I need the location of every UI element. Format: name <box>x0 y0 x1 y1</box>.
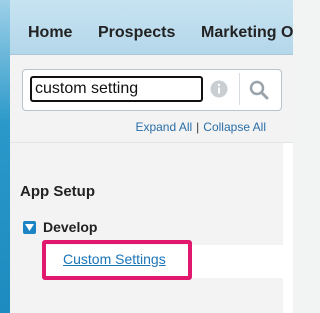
sub-item-custom-settings[interactable]: Custom Settings <box>63 251 166 267</box>
expand-collapse-links: Expand All | Collapse All <box>135 120 266 134</box>
section-title-app-setup: App Setup <box>20 183 95 200</box>
tab-bar: Home Prospects Marketing O <box>10 0 293 55</box>
collapse-triangle-icon[interactable] <box>23 221 36 234</box>
tab-home[interactable]: Home <box>28 24 72 42</box>
search-separator <box>239 73 240 105</box>
setup-nav-tree: App Setup Develop Custom Settings <box>10 143 293 313</box>
tab-prospects[interactable]: Prospects <box>98 24 175 42</box>
quick-find-input[interactable] <box>30 76 203 102</box>
collapse-all-link[interactable]: Collapse All <box>203 120 266 134</box>
left-accent-stripe <box>0 0 10 313</box>
expand-all-link[interactable]: Expand All <box>135 120 192 134</box>
tab-marketing[interactable]: Marketing O <box>201 24 293 42</box>
links-separator: | <box>196 120 200 134</box>
setup-search-panel: Expand All |Collapse All <box>10 55 293 142</box>
search-box <box>22 69 282 111</box>
info-icon[interactable] <box>210 80 228 98</box>
main-content-edge <box>283 143 293 313</box>
tree-item-develop[interactable]: Develop <box>43 219 97 235</box>
search-icon[interactable] <box>247 78 271 102</box>
